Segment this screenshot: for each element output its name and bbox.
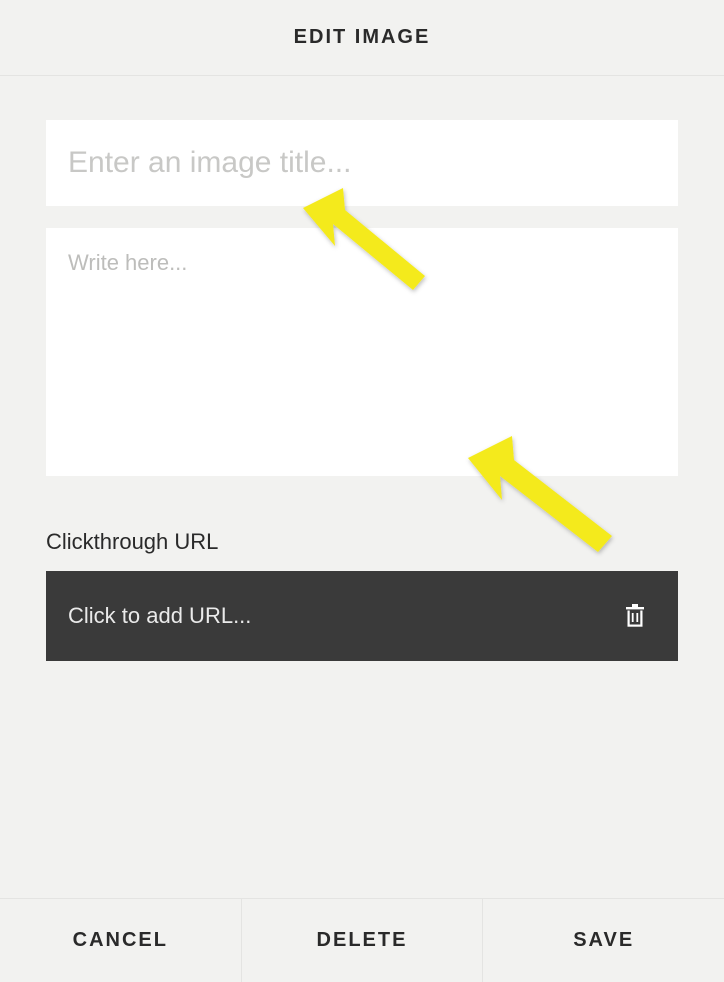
clickthrough-url-row xyxy=(46,571,678,661)
dialog-footer: CANCEL DELETE SAVE xyxy=(0,898,724,982)
dialog-body: Clickthrough URL xyxy=(0,76,724,661)
clear-url-button[interactable] xyxy=(618,598,652,634)
trash-icon xyxy=(624,604,646,628)
delete-button[interactable]: DELETE xyxy=(241,899,483,982)
clickthrough-url-label: Clickthrough URL xyxy=(46,529,678,555)
image-title-input[interactable] xyxy=(46,120,678,206)
image-description-input[interactable] xyxy=(46,228,678,476)
cancel-button[interactable]: CANCEL xyxy=(0,899,241,982)
dialog-title: EDIT IMAGE xyxy=(294,26,431,49)
clickthrough-url-input[interactable] xyxy=(68,603,618,629)
save-button[interactable]: SAVE xyxy=(482,899,724,982)
dialog-header: EDIT IMAGE xyxy=(0,0,724,76)
